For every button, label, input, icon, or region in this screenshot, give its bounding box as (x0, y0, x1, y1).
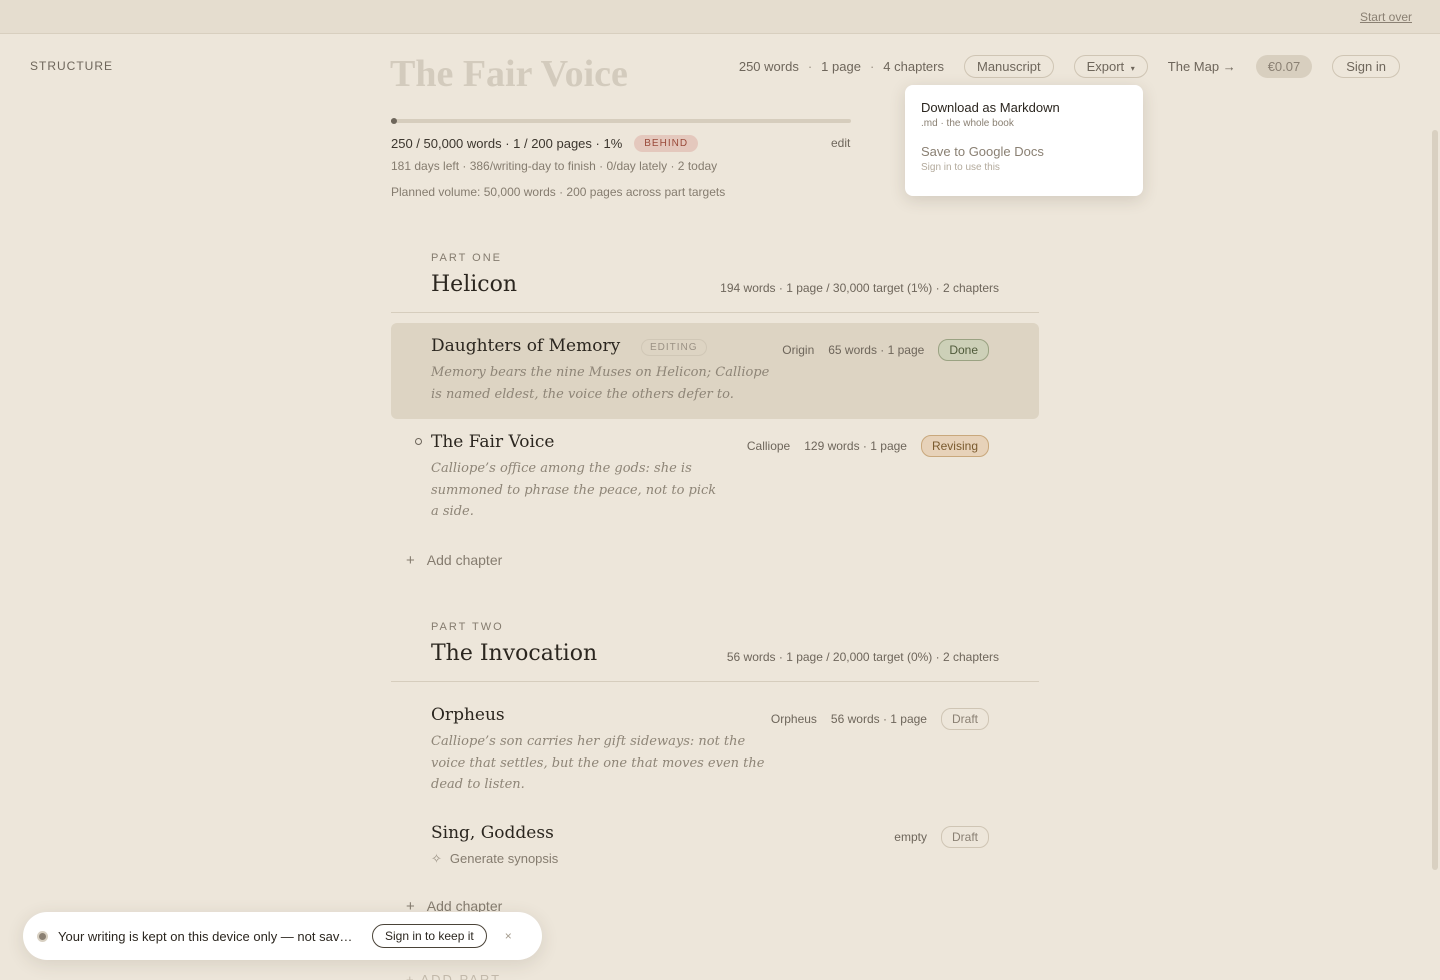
word-count: 250 words (738, 58, 799, 74)
close-icon[interactable]: × (505, 929, 512, 943)
manuscript-button[interactable]: Manuscript (963, 54, 1054, 78)
chapter-count: 4 chapters (883, 58, 944, 74)
chevron-down-icon: ▾ (1130, 63, 1135, 73)
menu-item-sub: Sign in to use this (921, 162, 1000, 173)
chapter-row[interactable]: The Fair Voice Calliope’s office among t… (391, 419, 1039, 529)
chapter-stats: 56 words · 1 page (830, 712, 927, 726)
progress-summary: 250 / 50,000 words · 1 / 200 pages · 1% … (391, 135, 699, 152)
map-link[interactable]: The Map → (1168, 59, 1236, 74)
chapter-stats: 129 words · 1 page (804, 439, 907, 453)
synopsis-line: Memory bears the nine Muses on Helicon; … (431, 365, 770, 380)
page-count: 1 page (821, 58, 861, 74)
chapter-stats: empty (894, 830, 927, 844)
part-meta: 194 words · 1 page / 30,000 target (1%) … (720, 281, 999, 295)
chapter-row[interactable]: Orpheus Calliope’s son carries her gift … (391, 692, 1039, 802)
chapter-pov: Calliope (746, 439, 791, 453)
editing-tag: EDITING (641, 339, 707, 356)
chapter-row[interactable]: Daughters of Memory EDITING Memory bears… (391, 323, 1039, 419)
chapter-synopsis[interactable]: Calliope’s son carries her gift sideways… (431, 731, 764, 796)
synopsis-line: summoned to phrase the peace, not to pic… (431, 482, 717, 498)
scrollbar[interactable] (1432, 130, 1438, 870)
sign-in-button[interactable]: Sign in (1332, 54, 1400, 78)
chapter-status[interactable]: Draft (940, 826, 989, 848)
part-title[interactable]: Helicon (431, 272, 517, 297)
synopsis-line: voice that settles, but the one that mov… (431, 755, 765, 771)
edit-targets-link[interactable]: edit (831, 136, 850, 150)
sign-in-to-keep-button[interactable]: Sign in to keep it (372, 924, 487, 948)
chapter-title[interactable]: Orpheus (431, 705, 505, 725)
synopsis-line: Calliope’s son carries her gift sideways… (431, 734, 746, 749)
generate-synopsis-button[interactable]: ✧ Generate synopsis (431, 851, 558, 867)
header-actions: 250 words · 1 page · 4 chapters Manuscri… (739, 54, 1400, 78)
chapter-status[interactable]: Revising (920, 435, 989, 457)
progress-text: 250 / 50,000 words · 1 / 200 pages · 1% (391, 136, 623, 151)
menu-item-label: Download as Markdown (921, 100, 1060, 115)
synopsis-line: Calliope’s office among the gods: she is (431, 461, 692, 476)
chapter-title[interactable]: Sing, Goddess (431, 823, 554, 843)
structure-label[interactable]: STRUCTURE (30, 59, 113, 73)
export-google-docs-item[interactable]: Save to Google Docs Sign in to use this (921, 144, 1127, 173)
plus-icon: + (406, 552, 415, 569)
planned-volume: Planned volume: 50,000 words · 200 pages… (391, 185, 726, 199)
circle-icon (415, 438, 422, 445)
menu-item-sub: .md · the whole book (921, 118, 1014, 129)
divider (391, 312, 1039, 313)
chapter-meta: Origin 65 words · 1 page Done (782, 339, 989, 361)
part-label: PART TWO (431, 621, 504, 633)
chapter-pov: Origin (782, 343, 815, 357)
sparkle-icon: ✧ (431, 851, 442, 866)
progress-knob (391, 118, 397, 124)
chapter-synopsis[interactable]: Memory bears the nine Muses on Helicon; … (431, 362, 769, 405)
status-dot-icon (37, 930, 48, 942)
export-button[interactable]: Export ▾ (1073, 54, 1148, 78)
chapter-status[interactable]: Done (938, 339, 989, 361)
export-markdown-item[interactable]: Download as Markdown .md · the whole boo… (921, 100, 1127, 129)
top-bar: Start over (0, 0, 1440, 34)
pace-summary: 181 days left · 386/writing-day to finis… (391, 159, 718, 173)
local-storage-toast: Your writing is kept on this device only… (23, 912, 542, 960)
synopsis-line: a side. (431, 504, 474, 519)
start-over-link[interactable]: Start over (1360, 10, 1412, 24)
add-chapter-label: Add chapter (426, 552, 503, 568)
export-menu: Download as Markdown .md · the whole boo… (905, 85, 1143, 196)
chapter-meta: Calliope 129 words · 1 page Revising (747, 435, 989, 457)
synopsis-line: is named eldest, the voice the others de… (431, 386, 734, 402)
chapter-synopsis[interactable]: Calliope’s office among the gods: she is… (431, 458, 716, 523)
chapter-title[interactable]: The Fair Voice (431, 432, 554, 452)
toast-message: Your writing is kept on this device only… (58, 928, 358, 944)
synopsis-line: dead to listen. (431, 777, 525, 792)
part-label: PART ONE (431, 252, 503, 264)
separator: · (807, 58, 813, 74)
chapter-stats: 65 words · 1 page (828, 343, 925, 357)
add-chapter-button[interactable]: + Add chapter (406, 552, 502, 569)
add-part-button[interactable]: + ADD PART (406, 972, 501, 980)
chapter-title[interactable]: Daughters of Memory (431, 336, 620, 356)
status-badge: BEHIND (634, 135, 699, 152)
price-badge[interactable]: €0.07 (1255, 54, 1313, 78)
divider (391, 681, 1039, 682)
progress-bar (391, 119, 851, 123)
part-title[interactable]: The Invocation (431, 641, 597, 666)
chapter-meta: Orpheus 56 words · 1 page Draft (771, 708, 989, 730)
book-title: The Fair Voice (390, 53, 628, 95)
chapter-status[interactable]: Draft (940, 708, 989, 730)
separator: · (869, 58, 875, 74)
part-meta: 56 words · 1 page / 20,000 target (0%) ·… (726, 650, 999, 664)
chapter-meta: empty Draft (894, 826, 989, 848)
export-label: Export (1086, 58, 1125, 74)
chapter-row[interactable]: Sing, Goddess ✧ Generate synopsis empty D… (391, 810, 1039, 880)
generate-synopsis-label: Generate synopsis (449, 851, 559, 866)
chapter-pov: Orpheus (770, 712, 817, 726)
menu-item-label: Save to Google Docs (921, 144, 1044, 159)
